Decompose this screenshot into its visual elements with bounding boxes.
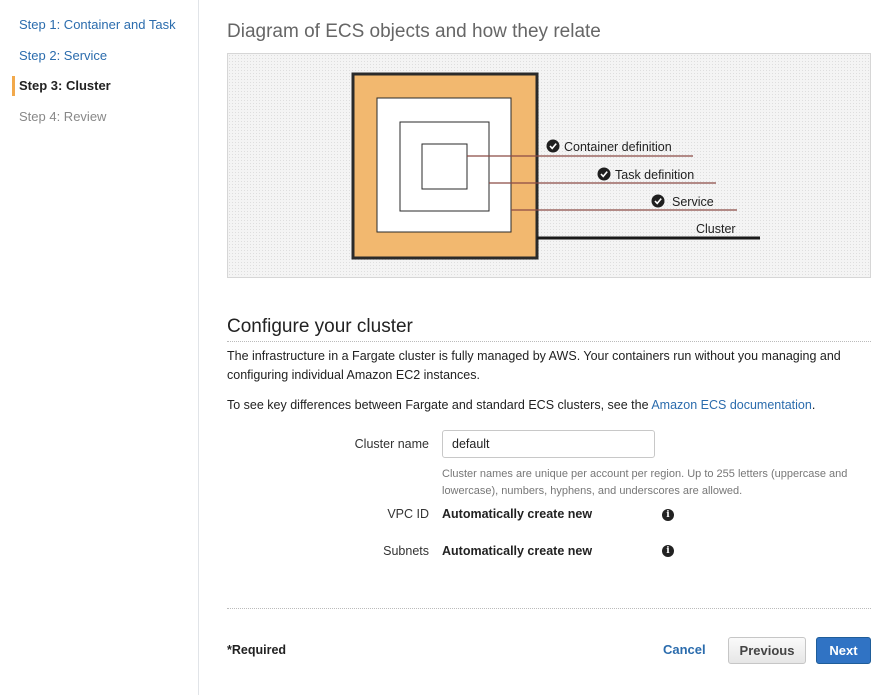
service-label: Service	[672, 195, 714, 209]
check-circle-icon	[597, 167, 611, 181]
cluster-name-input[interactable]	[442, 430, 655, 458]
sidebar-step-service[interactable]: Step 2: Service	[12, 46, 107, 66]
container-definition-box	[421, 143, 468, 190]
container-definition-label: Container definition	[564, 140, 672, 154]
check-circle-icon	[546, 139, 560, 153]
wizard-sidebar: Step 1: Container and Task Step 2: Servi…	[0, 0, 199, 695]
check-circle-icon	[651, 194, 665, 208]
info-icon[interactable]: i	[662, 509, 674, 521]
documentation-note-text: To see key differences between Fargate a…	[227, 398, 652, 412]
next-button[interactable]: Next	[816, 637, 871, 664]
cluster-name-hint: Cluster names are unique per account per…	[442, 468, 848, 497]
documentation-note: To see key differences between Fargate a…	[227, 396, 871, 415]
previous-button[interactable]: Previous	[728, 637, 806, 664]
cluster-name-label: Cluster name	[354, 437, 429, 451]
footer-divider	[227, 608, 871, 609]
ecs-documentation-link[interactable]: Amazon ECS documentation	[651, 398, 812, 412]
vpc-id-value: Automatically create new	[442, 507, 593, 521]
sidebar-step-container-and-task[interactable]: Step 1: Container and Task	[12, 15, 176, 35]
sidebar-step-review: Step 4: Review	[19, 109, 107, 124]
cancel-button[interactable]: Cancel	[663, 642, 706, 657]
info-icon[interactable]: i	[662, 545, 674, 557]
subnets-label: Subnets	[383, 544, 429, 558]
cluster-label: Cluster	[696, 222, 736, 236]
documentation-note-end: .	[811, 398, 816, 412]
subnets-value: Automatically create new	[442, 544, 593, 558]
diagram-title: Diagram of ECS objects and how they rela…	[227, 21, 601, 42]
fargate-description: The infrastructure in a Fargate cluster …	[227, 349, 841, 382]
task-definition-label: Task definition	[615, 168, 694, 182]
ecs-diagram: Container definition Task definition Ser…	[227, 53, 871, 278]
required-note: *Required	[227, 643, 287, 657]
sidebar-step-cluster[interactable]: Step 3: Cluster	[12, 76, 111, 96]
configure-cluster-title: Configure your cluster	[227, 316, 413, 337]
ecs-diagram-svg: Container definition Task definition Ser…	[351, 72, 760, 260]
section-divider	[227, 341, 871, 342]
vpc-id-label: VPC ID	[387, 507, 429, 521]
